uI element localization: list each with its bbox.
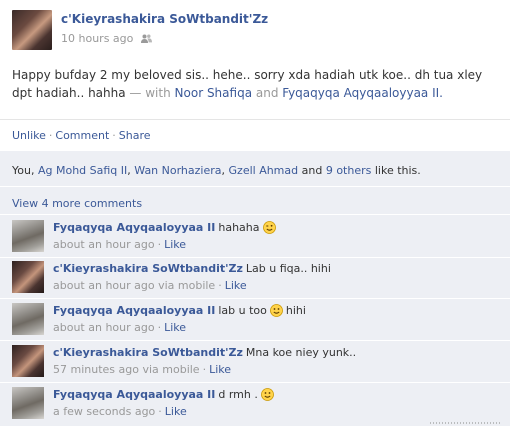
likes-summary: You, Ag Mohd Safiq II, Wan Norhaziera, G…	[12, 164, 421, 177]
dotted-divider	[430, 422, 502, 424]
comment-meta: 57 minutes ago via mobile · Like	[53, 363, 356, 376]
liker-link[interactable]: Gzell Ahmad	[229, 164, 299, 177]
comment-time[interactable]: a few seconds ago	[53, 405, 155, 418]
likes-you: You,	[12, 164, 35, 177]
commenter-name-link[interactable]: c'Kieyrashakira SoWtbandit'Zz	[53, 346, 243, 359]
commenter-name-link[interactable]: Fyqaqyqa Aqyqaaloyyaa II	[53, 304, 215, 317]
post-message: Happy bufday 2 my beloved sis.. hehe.. s…	[12, 66, 492, 102]
comment-line: c'Kieyrashakira SoWtbandit'Zz Lab u fiqa…	[53, 262, 331, 275]
comment-meta: about an hour ago · Like	[53, 321, 306, 334]
comment-item: c'Kieyrashakira SoWtbandit'Zz Lab u fiqa…	[12, 261, 502, 297]
commenter-name-link[interactable]: Fyqaqyqa Aqyqaaloyyaa II	[53, 221, 215, 234]
post-timestamp[interactable]: 10 hours ago	[61, 32, 133, 45]
post-meta: 10 hours ago	[61, 32, 268, 45]
comment-line: Fyqaqyqa Aqyqaaloyyaa II hahaha	[53, 221, 276, 234]
tagged-person-link[interactable]: Fyqaqyqa Aqyqaaloyyaa II.	[282, 86, 443, 100]
share-link[interactable]: Share	[119, 129, 151, 142]
smile-smiley-icon	[260, 388, 274, 401]
wink-smiley-icon	[262, 221, 276, 234]
comment-text: Lab u fiqa.. hihi	[245, 262, 331, 275]
comment-meta: a few seconds ago · Like	[53, 405, 274, 418]
separator: ·	[218, 279, 222, 292]
comment-item: Fyqaqyqa Aqyqaaloyyaa II hahaha about an…	[12, 220, 502, 256]
separator: ·	[157, 238, 162, 251]
comment-time[interactable]: about an hour ago via mobile	[53, 279, 215, 292]
comment-like-link[interactable]: Like	[164, 321, 186, 334]
comment-item: c'Kieyrashakira SoWtbandit'Zz Mna koe ni…	[12, 345, 502, 381]
divider	[0, 382, 510, 383]
tagged-person-link[interactable]: Noor Shafiqa	[175, 86, 253, 100]
likes-and: and	[301, 164, 323, 177]
commenter-avatar[interactable]	[12, 303, 44, 335]
comment-line: c'Kieyrashakira SoWtbandit'Zz Mna koe ni…	[53, 346, 356, 359]
feedback-section: You, Ag Mohd Safiq II, Wan Norhaziera, G…	[0, 151, 510, 426]
commenter-avatar[interactable]	[12, 387, 44, 419]
facebook-post: c'Kieyrashakira SoWtbandit'Zz 10 hours a…	[0, 0, 510, 426]
comma: ,	[221, 164, 226, 177]
separator: ·	[48, 129, 53, 142]
comment-time[interactable]: 57 minutes ago via mobile	[53, 363, 200, 376]
divider	[0, 186, 510, 187]
comment-text: hahaha	[218, 221, 260, 234]
and-text: and	[255, 86, 279, 100]
commenter-avatar[interactable]	[12, 345, 44, 377]
comment-line: Fyqaqyqa Aqyqaaloyyaa II d rmh .	[53, 388, 274, 401]
post-actions: Unlike · Comment · Share	[12, 129, 151, 142]
divider	[0, 298, 510, 299]
comment-body: Fyqaqyqa Aqyqaaloyyaa II lab u too hihi …	[53, 303, 306, 339]
comment-like-link[interactable]: Like	[209, 363, 231, 376]
commenter-avatar[interactable]	[12, 261, 44, 293]
author-avatar[interactable]	[12, 10, 52, 50]
divider	[0, 340, 510, 341]
comment-item: Fyqaqyqa Aqyqaaloyyaa II lab u too hihi …	[12, 303, 502, 339]
with-prefix: — with	[129, 86, 171, 100]
comment-body: Fyqaqyqa Aqyqaaloyyaa II hahaha about an…	[53, 220, 276, 256]
commenter-name-link[interactable]: c'Kieyrashakira SoWtbandit'Zz	[53, 262, 243, 275]
liker-link[interactable]: Wan Norhaziera	[134, 164, 221, 177]
comment-body: c'Kieyrashakira SoWtbandit'Zz Mna koe ni…	[53, 345, 356, 381]
view-more-comments-link[interactable]: View 4 more comments	[12, 197, 142, 210]
people-icon[interactable]	[141, 34, 153, 44]
liker-link[interactable]: Ag Mohd Safiq II	[38, 164, 127, 177]
comment-time[interactable]: about an hour ago	[53, 321, 155, 334]
author-block: c'Kieyrashakira SoWtbandit'Zz 10 hours a…	[61, 10, 268, 50]
post-header: c'Kieyrashakira SoWtbandit'Zz 10 hours a…	[12, 10, 268, 50]
separator: ·	[112, 129, 116, 142]
divider	[0, 119, 510, 120]
divider	[0, 257, 510, 258]
comment-text: lab u too	[218, 304, 267, 317]
comment-body: c'Kieyrashakira SoWtbandit'Zz Lab u fiqa…	[53, 261, 331, 297]
comment-item: Fyqaqyqa Aqyqaaloyyaa II d rmh . a few s…	[12, 387, 502, 423]
separator: ·	[202, 363, 207, 376]
separator: ·	[157, 321, 162, 334]
comment-time[interactable]: about an hour ago	[53, 238, 155, 251]
separator: ·	[158, 405, 162, 418]
comment-body: Fyqaqyqa Aqyqaaloyyaa II d rmh . a few s…	[53, 387, 274, 423]
comment-link[interactable]: Comment	[55, 129, 109, 142]
likes-others-link[interactable]: 9 others	[326, 164, 372, 177]
comment-text: d rmh .	[218, 388, 258, 401]
comment-text: Mna koe niey yunk..	[245, 346, 357, 359]
comment-like-link[interactable]: Like	[225, 279, 247, 292]
commenter-avatar[interactable]	[12, 220, 44, 252]
comment-like-link[interactable]: Like	[164, 238, 186, 251]
smile-smiley-icon	[269, 304, 283, 317]
comma: ,	[127, 164, 131, 177]
comment-meta: about an hour ago via mobile · Like	[53, 279, 331, 292]
divider	[0, 214, 510, 215]
unlike-link[interactable]: Unlike	[12, 129, 46, 142]
comment-text-after: hihi	[285, 304, 306, 317]
comment-line: Fyqaqyqa Aqyqaaloyyaa II lab u too hihi	[53, 304, 306, 317]
comment-like-link[interactable]: Like	[165, 405, 187, 418]
likes-suffix: like this.	[374, 164, 421, 177]
comment-meta: about an hour ago · Like	[53, 238, 276, 251]
commenter-name-link[interactable]: Fyqaqyqa Aqyqaaloyyaa II	[53, 388, 215, 401]
author-name-link[interactable]: c'Kieyrashakira SoWtbandit'Zz	[61, 12, 268, 26]
